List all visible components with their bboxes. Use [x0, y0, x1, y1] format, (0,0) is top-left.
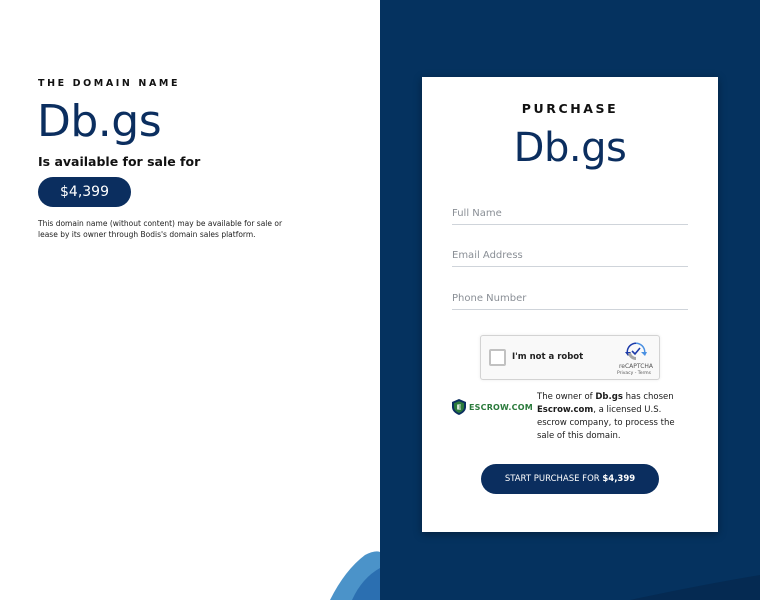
start-purchase-button[interactable]: START PURCHASE FOR $4,399	[481, 464, 659, 494]
cta-amount: $4,399	[602, 474, 636, 484]
escrow-logo-text: ESCROW.COM	[469, 402, 533, 412]
recaptcha-checkbox[interactable]	[489, 349, 506, 366]
availability-text: Is available for sale for	[38, 154, 201, 169]
svg-text:E: E	[457, 404, 462, 412]
phone-input[interactable]	[452, 288, 688, 310]
escrow-shield-icon: E	[452, 399, 466, 415]
domain-eyebrow: THE DOMAIN NAME	[38, 78, 181, 89]
price-badge: $4,399	[38, 177, 131, 207]
recaptcha-links[interactable]: Privacy - Terms	[617, 371, 651, 376]
cta-label: START PURCHASE FOR	[504, 474, 603, 484]
purchase-eyebrow: PURCHASE	[521, 101, 619, 116]
escrow-logo: E ESCROW.COM	[452, 399, 533, 415]
disclaimer-text: This domain name (without content) may b…	[38, 219, 283, 239]
decorative-wave	[330, 551, 380, 600]
recaptcha-widget: I'm not a robot reCAPTCHA Privacy - Term…	[480, 335, 660, 380]
domain-title: Db.gs	[37, 96, 162, 147]
full-name-input[interactable]	[452, 203, 688, 225]
card-domain-title: Db.gs	[513, 125, 627, 171]
purchase-card: PURCHASE Db.gs I'm not a robot reCAPTCHA…	[422, 77, 718, 532]
recaptcha-brand: reCAPTCHA	[618, 363, 653, 370]
email-input[interactable]	[452, 245, 688, 267]
left-panel: THE DOMAIN NAME Db.gs Is available for s…	[0, 0, 380, 600]
recaptcha-label: I'm not a robot	[512, 352, 584, 362]
escrow-description: The owner of Db.gs has chosen Escrow.com…	[537, 392, 675, 441]
recaptcha-icon	[625, 342, 647, 361]
